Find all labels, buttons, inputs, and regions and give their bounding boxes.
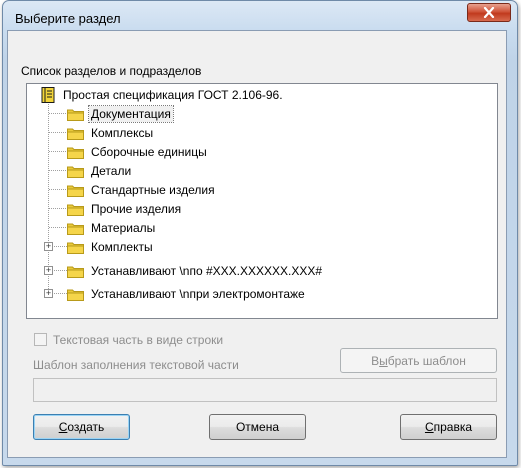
tree-item-kits[interactable]: Комплекты [67,238,155,256]
tree-item-label: Комплексы [91,126,154,140]
text-as-line-checkbox[interactable] [34,333,47,346]
folder-icon [67,166,84,178]
help-accel: С [424,420,434,434]
folder-icon [67,109,84,121]
tree-item-install-by[interactable]: Устанавливают \nпо #XXX.XXXXXX.XXX# [67,262,324,280]
tree-item-label: Устанавливают \nпри электромонтаже [91,287,305,301]
create-button[interactable]: Создать [33,414,130,440]
tree-item-standard-products[interactable]: Стандартные изделия [67,181,217,199]
plus-expander-icon[interactable]: + [44,266,53,275]
help-button[interactable]: Справка [400,414,497,440]
plus-expander-icon[interactable]: + [44,242,53,251]
tree-item-install-electro[interactable]: Устанавливают \nпри электромонтаже [67,285,307,303]
tree-item-label: Комплекты [91,240,153,254]
plus-expander-icon[interactable]: + [44,289,53,298]
folder-icon [67,128,84,140]
tree-item-label: Документация [88,105,174,123]
create-accel: С [58,420,68,434]
tree-item-parts[interactable]: Детали [67,162,133,180]
folder-icon [67,242,84,254]
folder-icon [67,204,84,216]
tree-item-documentation[interactable]: Документация [67,105,174,123]
choose-template-button[interactable]: Вы брать шаблон [340,348,497,373]
tree-item-assembly-units[interactable]: Сборочные единицы [67,143,209,161]
window-title: Выберите раздел [15,11,121,26]
tree-item-label: Прочие изделия [91,202,182,216]
help-text: правка [433,420,473,434]
tree-item-materials[interactable]: Материалы [67,219,157,237]
book-icon [41,87,55,103]
tree-item-complexes[interactable]: Комплексы [67,124,155,142]
close-button[interactable] [467,3,511,22]
tree-item-other-products[interactable]: Прочие изделия [67,200,183,218]
close-x-icon [483,7,495,18]
tree-label: Список разделов и подразделов [21,64,202,78]
cancel-button[interactable]: Отмена [209,414,306,440]
sections-tree[interactable]: Простая спецификация ГОСТ 2.106-96. Доку… [26,83,498,319]
tree-item-label: Сборочные единицы [91,145,207,159]
tree-item-label: Материалы [91,221,156,235]
tree-root-label: Простая спецификация ГОСТ 2.106-96. [63,88,283,102]
text-as-line-label: Текстовая часть в виде строки [53,333,224,347]
choose-template-text-1: В [371,353,380,368]
tree-item-label: Стандартные изделия [91,183,215,197]
folder-icon [67,185,84,197]
choose-template-text-2: брать шаблон [387,353,466,368]
template-label: Шаблон заполнения текстовой части [33,358,239,372]
template-field[interactable] [33,378,497,402]
folder-icon [67,147,84,159]
tree-item-label: Устанавливают \nпо #XXX.XXXXXX.XXX# [91,264,323,278]
folder-icon [67,223,84,235]
create-text: оздать [67,420,105,434]
tree-root[interactable]: Простая спецификация ГОСТ 2.106-96. [41,86,285,104]
folder-icon [67,266,84,278]
choose-template-accel: ы [379,353,388,368]
folder-icon [67,289,84,301]
tree-item-label: Детали [91,164,132,178]
